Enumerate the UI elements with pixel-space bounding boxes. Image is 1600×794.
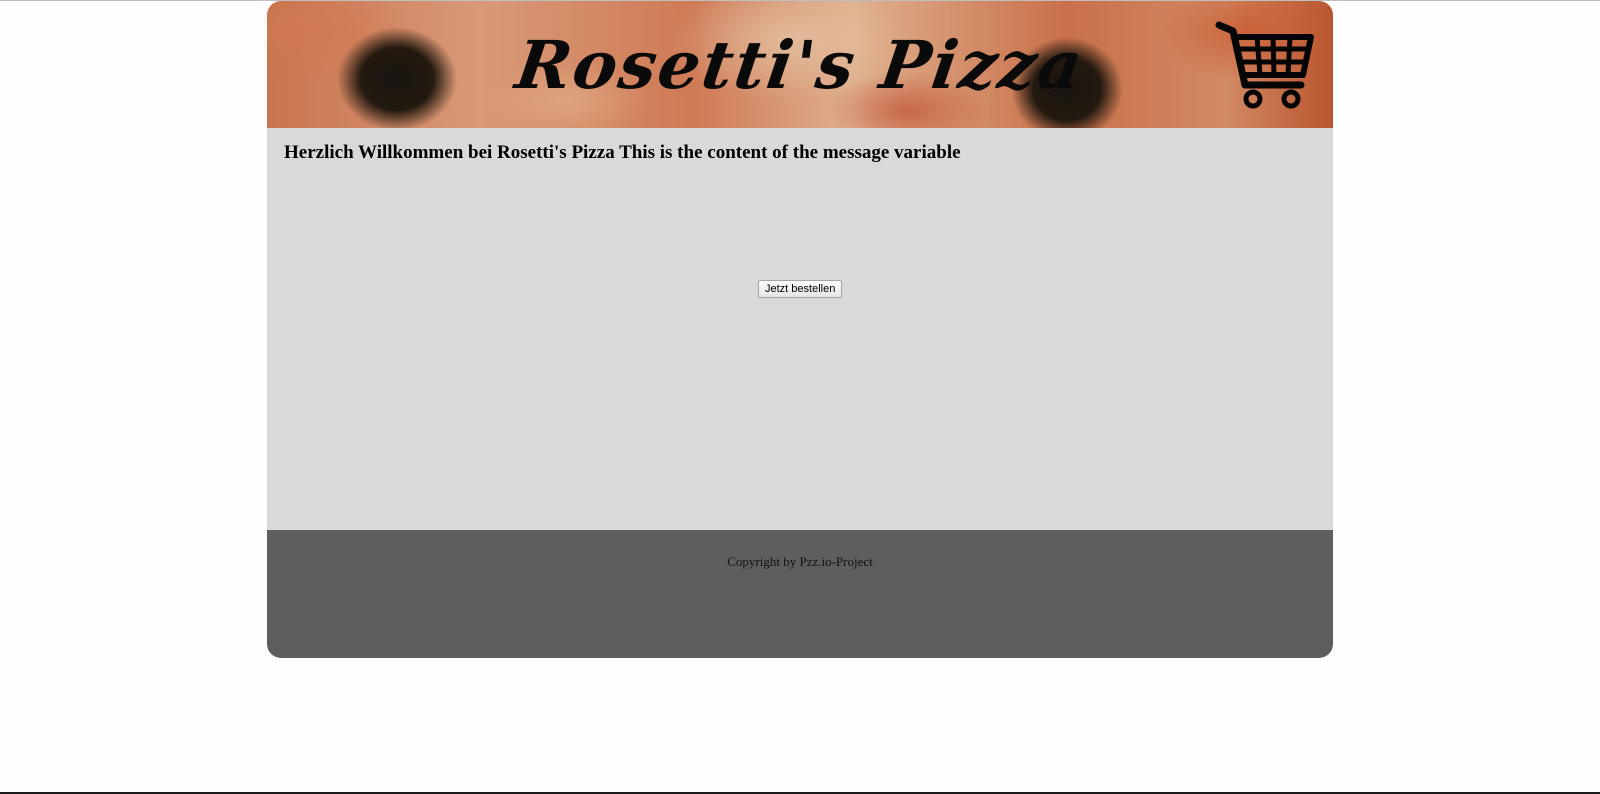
copyright-text: Copyright by Pzz.io-Project [727, 554, 873, 569]
page-container: Rosetti's Pizza Herzlich Willkommen bei … [267, 1, 1333, 658]
main-content: Herzlich Willkommen bei Rosetti's Pizza … [267, 128, 1333, 530]
welcome-heading: Herzlich Willkommen bei Rosetti's Pizza … [284, 142, 961, 163]
shopping-cart-icon[interactable] [1215, 19, 1315, 111]
site-logo: Rosetti's Pizza [511, 26, 1089, 104]
footer: Copyright by Pzz.io-Project [267, 530, 1333, 658]
order-now-button[interactable]: Jetzt bestellen [758, 280, 843, 298]
header-banner: Rosetti's Pizza [267, 1, 1333, 128]
